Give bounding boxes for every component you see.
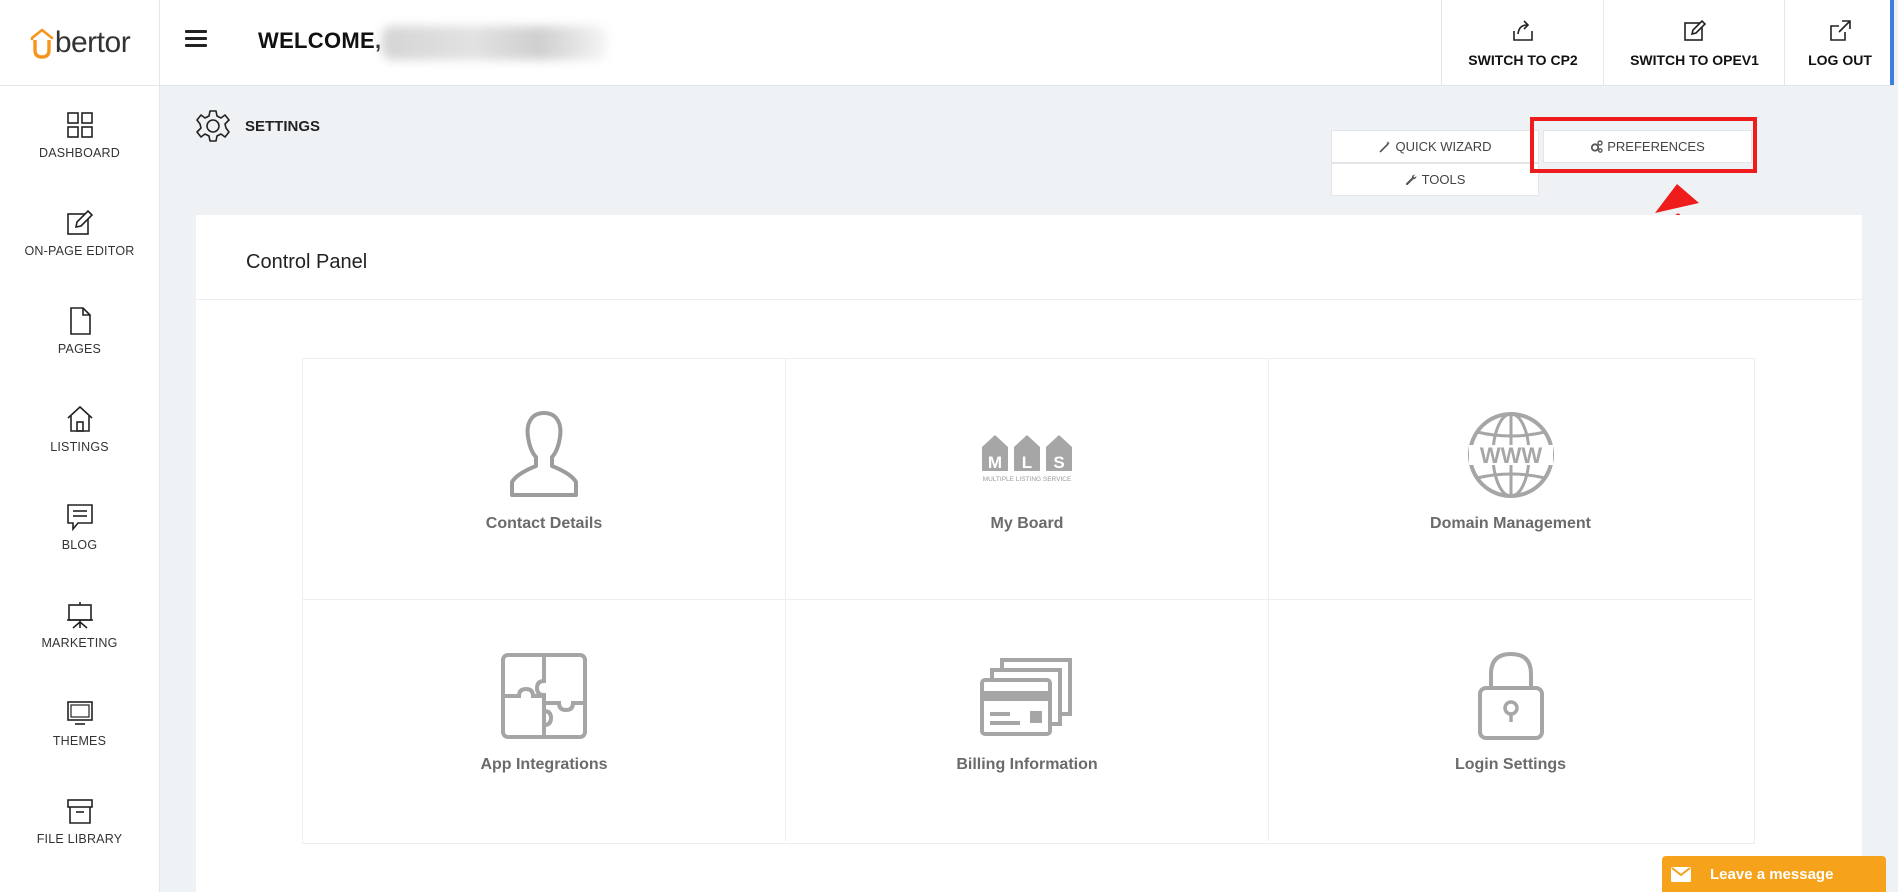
logo[interactable]: bertor	[0, 0, 160, 85]
padlock-icon	[1477, 651, 1544, 740]
logo-text: bertor	[54, 25, 131, 59]
scrollbar[interactable]	[1890, 0, 1894, 85]
card-contact-details[interactable]: Contact Details	[303, 359, 786, 600]
leave-message-label: Leave a message	[1710, 865, 1834, 883]
puzzle-icon	[501, 653, 587, 739]
card-label: Contact Details	[485, 515, 603, 532]
panel-title: Control Panel	[246, 251, 368, 273]
settings-title: SETTINGS	[245, 117, 321, 135]
card-domain-management[interactable]: WWW Domain Management	[1269, 359, 1752, 600]
card-label: Login Settings	[1454, 756, 1567, 773]
person-silhouette-icon	[510, 411, 578, 497]
tab-quick-wizard[interactable]: QUICK WIZARD	[1331, 130, 1539, 163]
redacted-username	[382, 26, 607, 60]
mls-letter-s: S	[1053, 453, 1064, 472]
dashboard-grid-icon	[66, 112, 93, 138]
mls-caption: MULTIPLE LISTING SERVICE	[983, 476, 1072, 483]
card-label: Billing Information	[956, 756, 1098, 773]
pencil-square-icon	[66, 209, 93, 235]
sidebar-item-label: THEMES	[52, 734, 107, 748]
house-icon	[66, 405, 93, 432]
switch-to-cp2-label: SWITCH TO CP2	[1468, 51, 1578, 68]
mls-letter-l: L	[1022, 453, 1032, 472]
switch-to-opev1-button[interactable]: SWITCH TO OPEV1	[1603, 0, 1785, 85]
card-app-integrations[interactable]: App Integrations	[303, 600, 786, 841]
logout-label: LOG OUT	[1808, 51, 1872, 68]
card-billing-information[interactable]: Billing Information	[786, 600, 1269, 841]
switch-to-cp2-button[interactable]: SWITCH TO CP2	[1441, 0, 1604, 85]
external-link-icon	[1830, 19, 1851, 41]
card-login-settings[interactable]: Login Settings	[1269, 600, 1752, 841]
sidebar-item-themes[interactable]: THEMES	[0, 674, 159, 772]
annotation-highlight-box	[1530, 117, 1757, 173]
ubertor-u-icon	[29, 28, 55, 59]
menu-toggle-icon[interactable]	[185, 30, 207, 48]
presentation-board-icon	[66, 602, 93, 629]
wrench-icon	[1405, 174, 1417, 186]
sidebar-item-file-library[interactable]: FILE LIBRARY	[0, 772, 159, 870]
monitor-icon	[66, 701, 93, 725]
card-label: App Integrations	[480, 756, 608, 773]
settings-card-grid: Contact Details M L S MULTIPLE LISTING S…	[302, 358, 1755, 844]
sidebar-item-label: DASHBOARD	[39, 146, 120, 160]
sidebar-item-on-page-editor[interactable]: ON-PAGE EDITOR	[0, 184, 159, 282]
leave-message-button[interactable]: Leave a message	[1662, 856, 1886, 892]
mls-letter-m: M	[988, 453, 1002, 472]
edit-icon	[1683, 19, 1706, 41]
tab-tools-label: TOOLS	[1421, 172, 1466, 187]
archive-box-icon	[66, 799, 93, 824]
control-panel: Control Panel Contact Details M L S MULT…	[196, 215, 1862, 892]
divider	[196, 299, 1862, 300]
mls-logo-icon: M L S MULTIPLE LISTING SERVICE	[982, 435, 1072, 483]
switch-upload-icon	[1513, 19, 1533, 41]
card-label: Domain Management	[1430, 515, 1591, 532]
envelope-icon	[1662, 866, 1700, 882]
sidebar-item-label: LISTINGS	[50, 440, 109, 454]
welcome-text: WELCOME,	[258, 28, 382, 53]
logout-button[interactable]: LOG OUT	[1784, 0, 1895, 85]
sidebar-item-marketing[interactable]: MARKETING	[0, 576, 159, 674]
sidebar-item-label: PAGES	[57, 342, 102, 356]
sidebar-item-pages[interactable]: PAGES	[0, 282, 159, 380]
sidebar-item-label: ON-PAGE EDITOR	[24, 244, 135, 258]
sidebar-item-label: FILE LIBRARY	[36, 832, 123, 846]
card-my-board[interactable]: M L S MULTIPLE LISTING SERVICE My Board	[786, 359, 1269, 600]
gear-icon	[196, 110, 230, 142]
card-label: My Board	[990, 515, 1064, 532]
switch-to-opev1-label: SWITCH TO OPEV1	[1630, 51, 1759, 68]
sidebar-item-blog[interactable]: BLOG	[0, 478, 159, 576]
page-icon	[69, 307, 91, 335]
chat-bubble-icon	[66, 504, 93, 532]
sidebar: DASHBOARD ON-PAGE EDITOR PAGES LISTINGS …	[0, 86, 160, 892]
magic-wand-icon	[1379, 141, 1391, 153]
sidebar-item-label: BLOG	[61, 538, 98, 552]
sidebar-item-label: MARKETING	[41, 636, 118, 650]
tab-quick-wizard-label: QUICK WIZARD	[1395, 139, 1492, 154]
settings-heading: SETTINGS	[195, 108, 320, 144]
sidebar-item-listings[interactable]: LISTINGS	[0, 380, 159, 478]
credit-card-icon	[980, 658, 1072, 736]
sidebar-item-dashboard[interactable]: DASHBOARD	[0, 86, 159, 184]
www-text: WWW	[1479, 443, 1542, 468]
tab-tools[interactable]: TOOLS	[1331, 163, 1539, 196]
top-header: bertor WELCOME, SWITCH TO CP2 SWITCH TO …	[0, 0, 1894, 86]
www-globe-icon: WWW	[1467, 412, 1554, 498]
